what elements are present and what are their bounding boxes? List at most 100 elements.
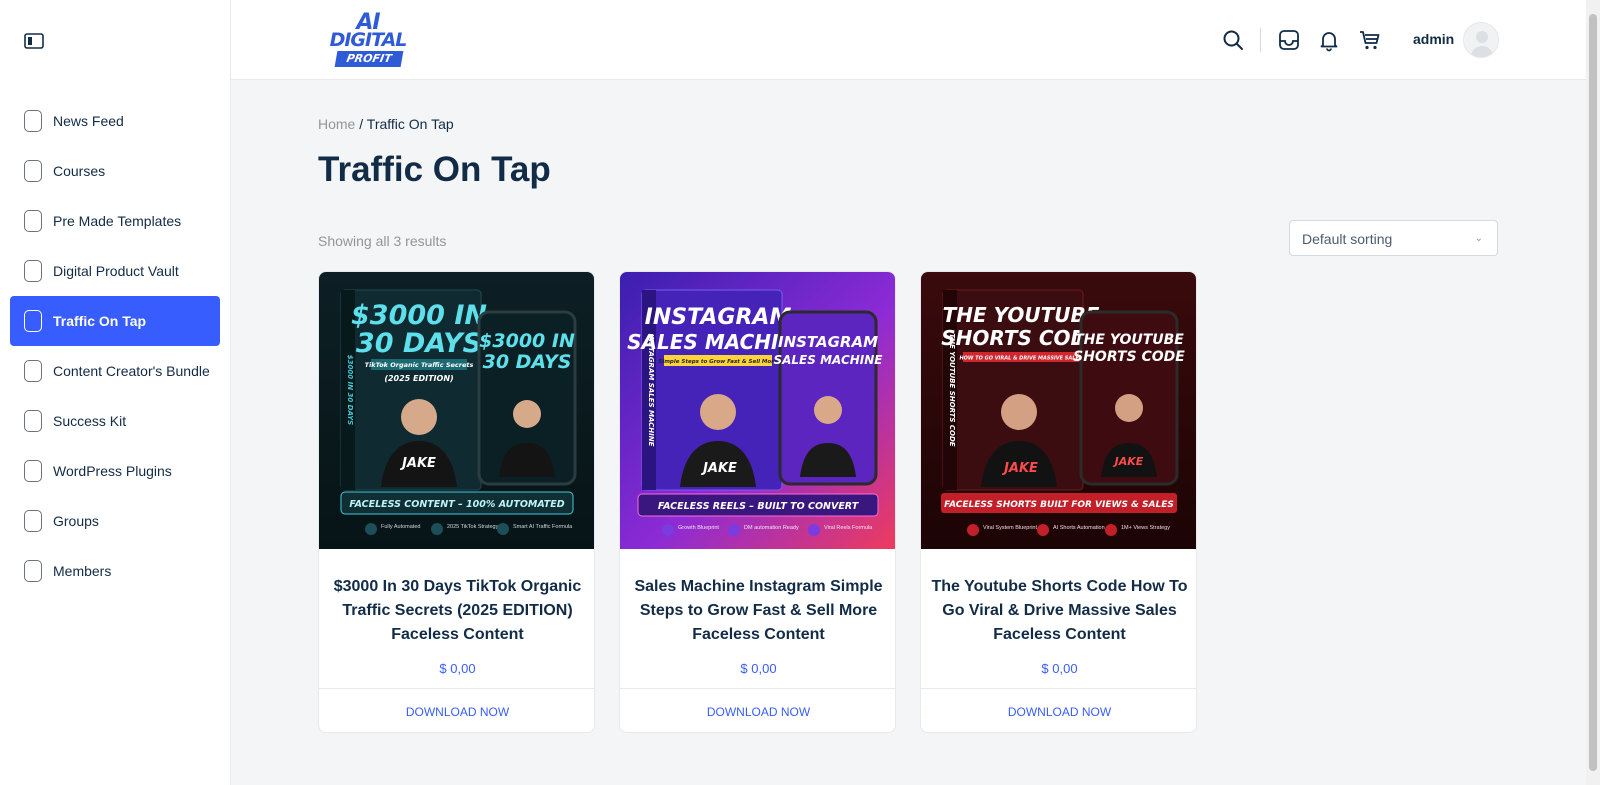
cover-tablet-headline-2: 30 DAYS (483, 351, 572, 373)
cover-feature: Growth Blueprint (678, 525, 719, 531)
cover-feature: Viral System Blueprint (983, 525, 1037, 531)
sidebar-item-courses[interactable]: Courses (10, 146, 220, 196)
sidebar-item-traffic-on-tap[interactable]: Traffic On Tap (10, 296, 220, 346)
product-title[interactable]: Sales Machine Instagram Simple Steps to … (630, 575, 887, 647)
cover-feature: Fully Automated (381, 524, 420, 530)
page-icon (24, 310, 42, 332)
cover-feature: DM automation Ready (744, 525, 799, 531)
download-now-button[interactable]: DOWNLOAD NOW (319, 688, 594, 732)
cover-subtitle: HOW TO GO VIRAL & DRIVE MASSIVE SALES (960, 356, 1083, 362)
product-price: $ 0,00 (439, 661, 476, 676)
breadcrumb-home[interactable]: Home (318, 116, 355, 132)
inbox-icon[interactable] (1277, 28, 1301, 52)
cover-headline-1: $3000 IN (351, 300, 487, 331)
sidebar-item-label: Pre Made Templates (53, 213, 182, 229)
scrollbar-thumb[interactable] (1589, 14, 1597, 771)
sidebar-item-content-creators-bundle[interactable]: Content Creator's Bundle (10, 346, 220, 396)
product-image[interactable]: $3000 IN 30 DAYS $3000 IN 30 DAYS TikTok… (319, 272, 595, 549)
page-icon (24, 410, 42, 432)
cover-headline-1: INSTAGRAM (645, 305, 792, 330)
cart-icon[interactable] (1358, 28, 1382, 52)
cover-feature: AI Shorts Automation (1053, 525, 1105, 531)
product-title[interactable]: $3000 In 30 Days TikTok Organic Traffic … (329, 575, 586, 647)
breadcrumb-separator: / (355, 116, 367, 132)
product-image[interactable]: INSTAGRAM SALES MACHINE INSTAGRAM SALES … (620, 272, 896, 549)
sidebar-item-label: Content Creator's Bundle (53, 363, 210, 379)
search-icon[interactable] (1221, 28, 1245, 52)
download-now-button[interactable]: DOWNLOAD NOW (620, 688, 895, 732)
site-logo[interactable]: AI DIGITAL PROFIT (327, 10, 409, 68)
sidebar-item-members[interactable]: Members (10, 546, 220, 596)
product-card: INSTAGRAM SALES MACHINE INSTAGRAM SALES … (619, 271, 896, 733)
page-icon (24, 510, 42, 532)
sidebar-item-digital-product-vault[interactable]: Digital Product Vault (10, 246, 220, 296)
cover-spine-text: $3000 IN 30 DAYS (346, 355, 354, 425)
product-title[interactable]: The Youtube Shorts Code How To Go Viral … (931, 575, 1188, 647)
sorting-selected-value: Default sorting (1302, 231, 1393, 247)
sidebar-item-label: Success Kit (53, 413, 127, 429)
cover-tablet-headline-2: SHORTS CODE (1073, 349, 1185, 365)
cover-feature: 1M+ Views Strategy (1121, 525, 1170, 531)
cover-tablet-headline-1: INSTAGRAM (778, 333, 878, 351)
product-card: THE YOUTUBE SHORTS CODE THE YOUTUBE SHOR… (920, 271, 1197, 733)
cover-edition: (2025 EDITION) (384, 374, 453, 383)
sidebar-item-label: Digital Product Vault (53, 263, 179, 279)
cover-feature: Smart AI Traffic Formula (513, 524, 573, 530)
product-price: $ 0,00 (1041, 661, 1078, 676)
cover-feature: Viral Reels Formula (824, 525, 873, 531)
sidebar-item-pre-made-templates[interactable]: Pre Made Templates (10, 196, 220, 246)
cover-feature: 2025 TikTok Strategy (447, 524, 499, 530)
product-image[interactable]: THE YOUTUBE SHORTS CODE THE YOUTUBE SHOR… (921, 272, 1197, 549)
cover-tablet-author: JAKE (1113, 455, 1144, 468)
page-icon (24, 110, 42, 132)
site-header: AI DIGITAL PROFIT admin (231, 0, 1586, 80)
chevron-down-icon: ⌄ (1474, 233, 1483, 244)
cover-author: JAKE (700, 461, 737, 476)
sidebar-item-label: Members (53, 563, 112, 579)
cover-tablet-headline-1: $3000 IN (479, 330, 575, 352)
sidebar-item-label: Groups (53, 513, 99, 529)
page-icon (24, 560, 42, 582)
page-title: Traffic On Tap (318, 150, 551, 189)
page-scrollbar[interactable] (1586, 0, 1600, 785)
avatar[interactable] (1463, 22, 1499, 58)
sidebar-toggle-icon[interactable] (24, 32, 44, 50)
cover-banner: FACELESS REELS – BUILT TO CONVERT (658, 501, 860, 512)
cover-subtitle: TikTok Organic Traffic Secrets (365, 361, 474, 369)
result-count: Showing all 3 results (318, 233, 447, 249)
bell-icon[interactable] (1317, 28, 1341, 52)
sidebar-item-label: News Feed (53, 113, 124, 129)
cover-author: JAKE (1001, 461, 1038, 476)
cover-spine-text: THE YOUTUBE SHORTS CODE (948, 333, 956, 446)
cover-author: JAKE (399, 456, 436, 471)
breadcrumb-current: Traffic On Tap (366, 116, 454, 132)
sidebar-item-wordpress-plugins[interactable]: WordPress Plugins (10, 446, 220, 496)
username[interactable]: admin (1413, 31, 1454, 47)
product-price: $ 0,00 (740, 661, 777, 676)
page-icon (24, 360, 42, 382)
page-icon (24, 260, 42, 282)
download-now-button[interactable]: DOWNLOAD NOW (921, 688, 1196, 732)
sidebar-item-label: Courses (53, 163, 106, 179)
logo-line-profit: PROFIT (334, 51, 404, 67)
cover-tablet-headline-2: SALES MACHINE (773, 353, 883, 367)
breadcrumb: Home / Traffic On Tap (318, 116, 454, 132)
sidebar-item-news-feed[interactable]: News Feed (10, 96, 220, 146)
cover-subtitle: Simple Steps to Grow Fast & Sell More (658, 359, 778, 365)
page-icon (24, 210, 42, 232)
cover-headline-2: 30 DAYS (356, 328, 482, 359)
sidebar-item-success-kit[interactable]: Success Kit (10, 396, 220, 446)
user-icon (1470, 31, 1494, 57)
product-card: $3000 IN 30 DAYS $3000 IN 30 DAYS TikTok… (318, 271, 595, 733)
page-icon (24, 160, 42, 182)
header-divider (1260, 28, 1261, 52)
page-icon (24, 460, 42, 482)
sidebar-item-label: WordPress Plugins (53, 463, 172, 479)
cover-tablet-headline-1: THE YOUTUBE (1074, 332, 1184, 348)
sidebar-item-groups[interactable]: Groups (10, 496, 220, 546)
sidebar-item-label: Traffic On Tap (53, 313, 147, 329)
sorting-select[interactable]: Default sorting ⌄ (1289, 220, 1498, 256)
cover-banner: FACELESS CONTENT – 100% AUTOMATED (349, 499, 564, 510)
logo-line-digital: DIGITAL (329, 29, 408, 51)
cover-banner: FACELESS SHORTS BUILT FOR VIEWS & SALES (944, 500, 1174, 510)
